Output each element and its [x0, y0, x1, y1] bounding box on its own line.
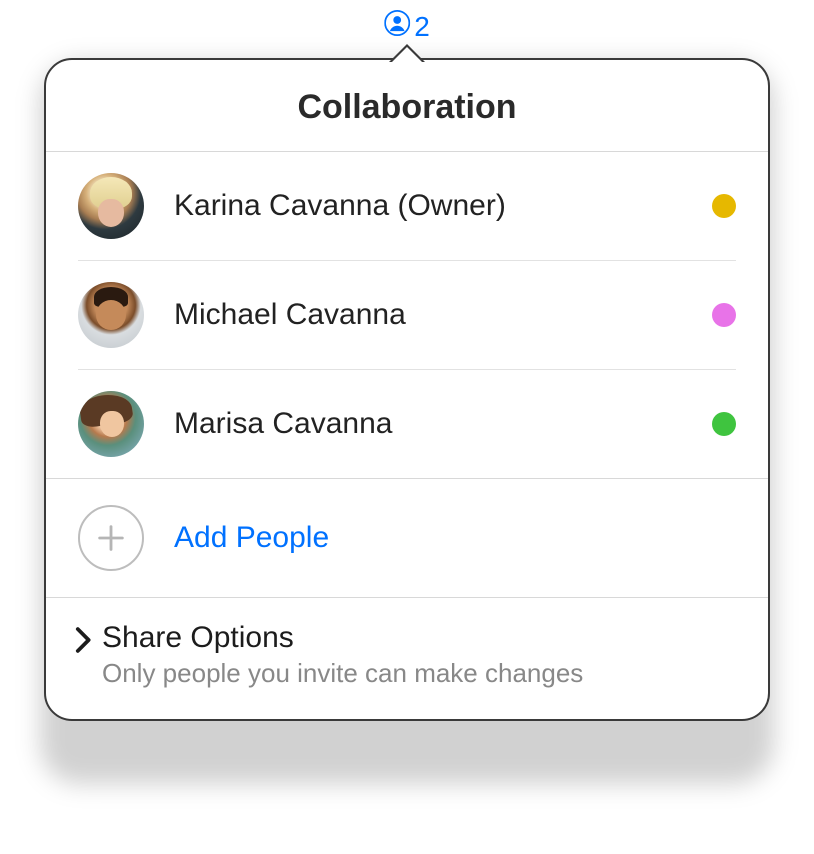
chevron-right-icon — [74, 626, 94, 659]
participant-name: Marisa Cavanna — [174, 407, 700, 441]
participant-row[interactable]: Karina Cavanna (Owner) — [78, 152, 736, 261]
collaborate-badge[interactable]: 2 — [384, 10, 430, 43]
add-people-button[interactable]: Add People — [46, 479, 768, 598]
status-dot — [712, 194, 736, 218]
collaborator-count: 2 — [414, 11, 430, 43]
share-options-title: Share Options — [102, 620, 583, 656]
person-icon — [384, 10, 410, 43]
status-dot — [712, 303, 736, 327]
collaboration-popover: Collaboration Karina Cavanna (Owner) Mic… — [44, 58, 770, 721]
avatar — [78, 282, 144, 348]
participants-list: Karina Cavanna (Owner) Michael Cavanna M… — [46, 152, 768, 479]
share-options-button[interactable]: Share Options Only people you invite can… — [46, 598, 768, 719]
avatar — [78, 391, 144, 457]
participant-row[interactable]: Marisa Cavanna — [78, 370, 736, 478]
add-people-label: Add People — [174, 521, 329, 555]
participant-name: Michael Cavanna — [174, 298, 700, 332]
plus-icon — [78, 505, 144, 571]
participant-row[interactable]: Michael Cavanna — [78, 261, 736, 370]
popover-arrow — [389, 44, 425, 62]
status-dot — [712, 412, 736, 436]
participant-name: Karina Cavanna (Owner) — [174, 189, 700, 223]
share-options-subtitle: Only people you invite can make changes — [102, 658, 583, 689]
avatar — [78, 173, 144, 239]
popover-title: Collaboration — [46, 60, 768, 152]
